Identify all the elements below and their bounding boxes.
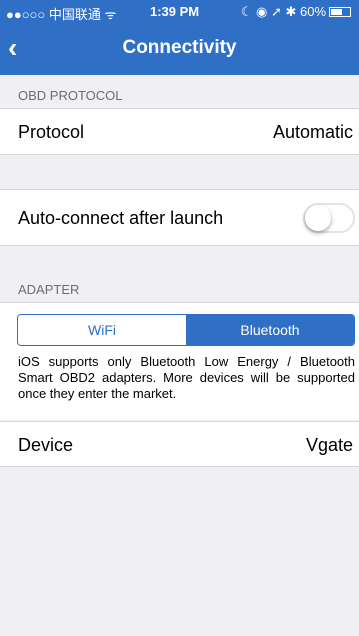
bluetooth-segment[interactable]: Bluetooth xyxy=(186,315,354,345)
status-indicators: ☾ ◉ ➚ ✱ 60% xyxy=(241,4,351,20)
adapter-note: iOS supports only Bluetooth Low Energy /… xyxy=(18,354,355,401)
status-time: 1:39 PM xyxy=(150,4,200,19)
adapter-segmented-control: WiFi Bluetooth xyxy=(17,314,355,346)
protocol-row[interactable]: Protocol Automatic xyxy=(0,108,359,155)
auto-connect-row: Auto-connect after launch xyxy=(0,189,359,246)
carrier-signal: ●●○○○ 中国联通 ᯤ xyxy=(6,7,117,22)
navigation-header: ●●○○○ 中国联通 ᯤ 1:39 PM ☾ ◉ ➚ ✱ 60% ‹ Conne… xyxy=(0,0,359,75)
device-row[interactable]: Device Vgate xyxy=(0,421,359,467)
protocol-label: Protocol xyxy=(18,122,85,142)
device-label: Device xyxy=(18,435,74,455)
wifi-segment[interactable]: WiFi xyxy=(18,315,186,345)
adapter-section-label: ADAPTER xyxy=(18,282,80,297)
status-bar: ●●○○○ 中国联通 ᯤ 1:39 PM ☾ ◉ ➚ ✱ 60% xyxy=(0,0,359,22)
device-value: Vgate xyxy=(305,435,353,455)
battery-icon xyxy=(329,7,351,17)
auto-connect-toggle[interactable] xyxy=(303,203,355,233)
status-icons-battery-percent: ☾ ◉ ➚ ✱ 60% xyxy=(240,4,326,19)
obd-protocol-section-label: OBD PROTOCOL xyxy=(18,88,123,103)
battery-fill xyxy=(331,9,342,15)
protocol-value: Automatic xyxy=(272,122,353,142)
toggle-knob xyxy=(305,205,331,231)
page-title: Connectivity xyxy=(122,37,237,58)
auto-connect-label: Auto-connect after launch xyxy=(18,208,224,228)
